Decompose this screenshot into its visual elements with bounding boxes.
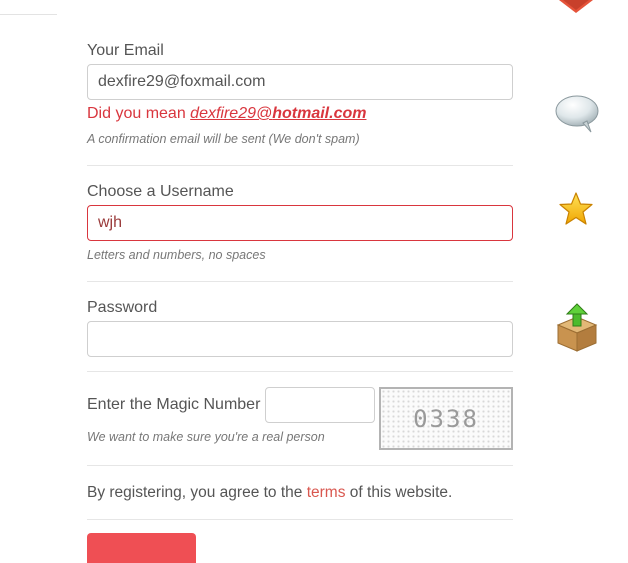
password-label: Password <box>87 299 158 316</box>
heart-icon <box>559 0 593 13</box>
suggestion-user: dexfire29@ <box>190 105 273 122</box>
divider <box>87 371 513 372</box>
divider <box>87 281 513 282</box>
email-label: Your Email <box>87 42 164 59</box>
divider <box>87 519 513 520</box>
magic-number-label: Enter the Magic Number <box>87 396 261 413</box>
username-field[interactable] <box>87 205 513 241</box>
email-field[interactable] <box>87 64 513 100</box>
top-divider <box>0 14 57 15</box>
captcha-text: 0338 <box>413 404 479 433</box>
star-icon <box>559 192 593 225</box>
suggestion-domain: hotmail.com <box>272 105 367 122</box>
upload-box-icon <box>556 303 598 352</box>
username-label: Choose a Username <box>87 183 234 200</box>
divider <box>87 165 513 166</box>
divider <box>87 465 513 466</box>
terms-after: of this website. <box>345 484 453 501</box>
terms-link[interactable]: terms <box>307 484 346 501</box>
suggestion-prefix: Did you mean <box>87 105 191 122</box>
terms-before: By registering, you agree to the <box>87 484 307 501</box>
email-hint: A confirmation email will be sent (We do… <box>87 132 360 146</box>
speech-bubble-icon <box>555 95 599 133</box>
password-field[interactable] <box>87 321 513 357</box>
username-hint: Letters and numbers, no spaces <box>87 248 266 262</box>
magic-number-input[interactable] <box>265 387 375 423</box>
register-button[interactable] <box>87 533 196 563</box>
magic-number-hint: We want to make sure you're a real perso… <box>87 430 325 444</box>
terms-text: By registering, you agree to the terms o… <box>87 484 452 502</box>
captcha-image: 0338 <box>379 387 513 450</box>
email-suggestion: Did you mean dexfire29@hotmail.com <box>87 105 366 123</box>
suggested-email-link[interactable]: dexfire29@hotmail.com <box>190 105 366 122</box>
